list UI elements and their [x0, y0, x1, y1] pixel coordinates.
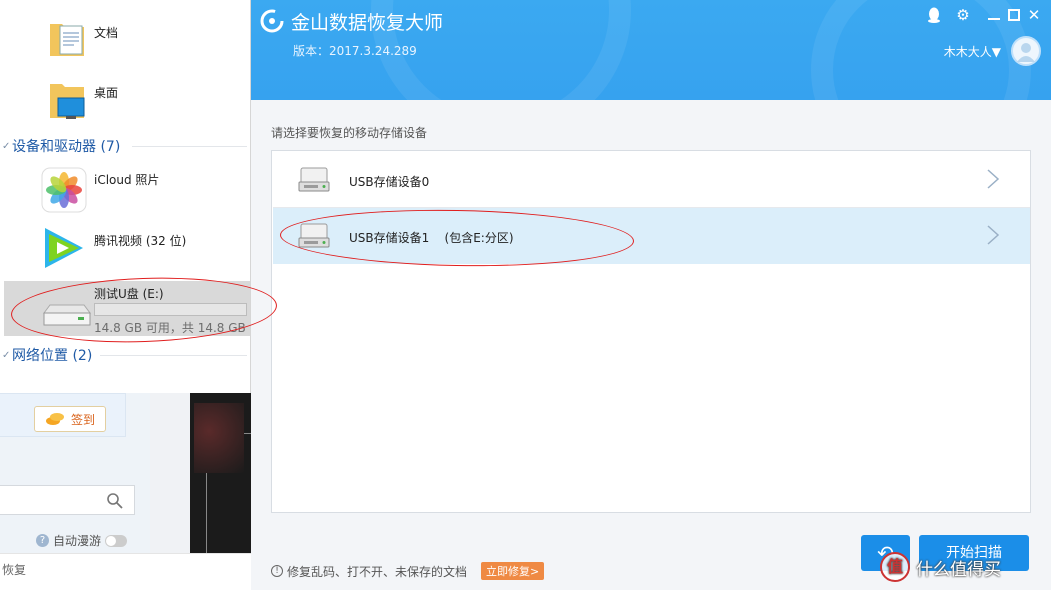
footer-tip: ! 修复乱码、打不开、未保存的文档 立即修复> — [271, 562, 545, 580]
background-status-bar: 恢复 — [0, 553, 251, 590]
search-input[interactable] — [0, 485, 135, 515]
devices-section-title: 设备和驱动器 (7) — [12, 139, 121, 155]
usb-storage-icon — [298, 167, 330, 192]
auto-roam-toggle[interactable]: ? 自动漫游 — [36, 532, 128, 549]
info-icon: ! — [271, 565, 283, 577]
tencent-video-icon — [45, 228, 83, 268]
fix-now-button[interactable]: 立即修复> — [481, 562, 545, 580]
explorer-item-label: iCloud 照片 — [94, 173, 160, 187]
close-icon[interactable]: ✕ — [1025, 6, 1043, 24]
device-row-usb0[interactable]: USB存储设备0 — [273, 152, 1030, 208]
video-thumbnail — [190, 393, 251, 553]
explorer-item-label: 腾讯视频 (32 位) — [94, 234, 187, 248]
user-avatar[interactable] — [1011, 36, 1041, 66]
coins-icon — [45, 413, 64, 425]
signin-bar: 签到 — [0, 393, 126, 437]
device-list: USB存储设备0 USB存储设备1 (包含E:分区) — [271, 150, 1031, 513]
settings-gear-icon[interactable]: ⚙ — [954, 6, 972, 24]
watermark-badge: 值 — [880, 552, 910, 582]
watermark-text: 什么值得买 — [916, 559, 1001, 580]
explorer-item-label: 桌面 — [94, 86, 119, 100]
search-icon — [107, 493, 123, 509]
app-version: 版本：2017.3.24.289 — [293, 44, 417, 58]
devices-section-header[interactable]: ✓ 设备和驱动器 (7) — [0, 136, 120, 156]
chevron-right-icon — [987, 169, 1000, 189]
collapse-chevron-icon: ✓ — [2, 140, 11, 152]
background-app-panel: 签到 ? 自动漫游 — [0, 393, 150, 553]
section-divider — [132, 146, 247, 147]
background-status-text: 恢复 — [2, 563, 27, 577]
app-title: 金山数据恢复大师 — [291, 12, 444, 34]
documents-folder-icon — [50, 24, 84, 56]
user-menu[interactable]: 木木大人▼ — [944, 43, 1001, 60]
help-icon: ? — [36, 534, 49, 547]
icloud-photos-icon — [41, 167, 87, 213]
network-section-title: 网络位置 (2) — [12, 348, 93, 364]
toggle-switch-icon — [105, 534, 128, 547]
maximize-icon[interactable] — [1005, 6, 1023, 24]
select-device-prompt: 请选择要恢复的移动存储设备 — [271, 126, 428, 140]
app-logo-icon — [260, 9, 284, 33]
auto-roam-label: 自动漫游 — [53, 534, 102, 548]
network-section-header[interactable]: ✓ 网络位置 (2) — [0, 345, 92, 365]
device-label: USB存储设备0 — [349, 175, 430, 189]
minimize-icon[interactable] — [985, 6, 1003, 24]
qq-support-icon[interactable] — [925, 6, 943, 24]
signin-label: 签到 — [70, 412, 95, 427]
collapse-chevron-icon: ✓ — [2, 349, 11, 361]
chevron-right-icon — [987, 225, 1000, 245]
avatar-person-icon — [1017, 43, 1035, 62]
signin-button[interactable]: 签到 — [34, 406, 106, 432]
site-watermark: 值 什么值得买 — [880, 552, 1001, 582]
footer-tip-text: 修复乱码、打不开、未保存的文档 — [287, 564, 468, 579]
explorer-item-label: 文档 — [94, 26, 119, 40]
title-bar: 金山数据恢复大师 版本：2017.3.24.289 ⚙ ✕ 木木大人▼ — [251, 0, 1051, 100]
section-divider — [100, 355, 247, 356]
desktop-folder-icon — [50, 84, 85, 119]
recovery-app-window: 金山数据恢复大师 版本：2017.3.24.289 ⚙ ✕ 木木大人▼ 请选择要… — [251, 0, 1051, 590]
